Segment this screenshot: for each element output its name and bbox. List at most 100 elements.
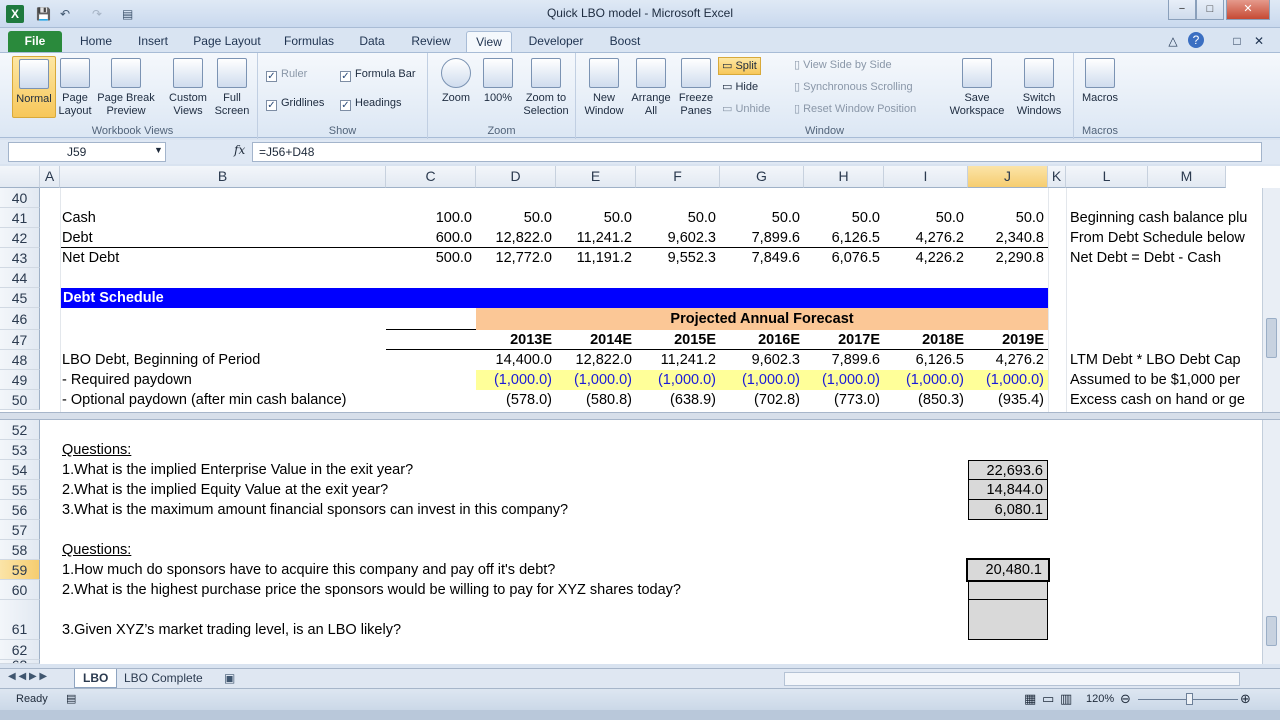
cell-value[interactable]: (850.3) (884, 390, 968, 410)
year-header[interactable]: 2015E (636, 330, 720, 350)
tab-file[interactable]: File (8, 31, 62, 52)
cell-value[interactable]: 50.0 (476, 208, 556, 228)
row-header[interactable]: 49 (0, 370, 40, 390)
formula-bar-checkbox[interactable]: ✓ Formula Bar (340, 67, 416, 83)
cell-value[interactable]: 2,290.8 (968, 248, 1048, 268)
row-header[interactable]: 40 (0, 188, 40, 208)
full-screen-button[interactable]: Full Screen (212, 56, 252, 118)
col-header[interactable]: D (476, 166, 556, 188)
save-workspace-button[interactable]: Save Workspace (946, 56, 1008, 118)
worksheet-grid[interactable]: A B C D E F G H I J K L M 40 41 42 43 44… (0, 166, 1280, 664)
cell-value[interactable]: 2,340.8 (968, 228, 1048, 248)
row-header[interactable]: 55 (0, 480, 40, 500)
cell-value[interactable]: 4,226.2 (884, 248, 968, 268)
synchronous-scrolling-button[interactable]: ▯ Synchronous Scrolling (794, 79, 913, 97)
restore-icon[interactable]: □ (1230, 31, 1244, 52)
cell-input-value[interactable]: (1,000.0) (720, 370, 804, 390)
row-header[interactable]: 52 (0, 420, 40, 440)
answer-cell[interactable]: 6,080.1 (968, 500, 1048, 520)
col-header[interactable]: M (1148, 166, 1226, 188)
row-header[interactable]: 54 (0, 460, 40, 480)
row-header[interactable]: 45 (0, 288, 40, 308)
cell-value[interactable]: 500.0 (386, 248, 476, 268)
col-header[interactable]: B (60, 166, 386, 188)
headings-checkbox[interactable]: ✓ Headings (340, 96, 401, 112)
row-header[interactable]: 47 (0, 330, 40, 350)
view-side-by-side-button[interactable]: ▯ View Side by Side (794, 57, 892, 75)
active-cell[interactable]: 20,480.1 (966, 558, 1050, 582)
col-header[interactable]: I (884, 166, 968, 188)
zoom-selection-button[interactable]: Zoom to Selection (520, 56, 572, 118)
cell-note[interactable]: Beginning cash balance plu (1070, 208, 1258, 228)
row-header[interactable]: 61 (0, 600, 40, 640)
year-header[interactable]: 2013E (476, 330, 556, 350)
sheet-tab-lbo[interactable]: LBO (74, 669, 118, 688)
name-box-dropdown-icon[interactable]: ▼ (154, 145, 163, 155)
row-header[interactable]: 58 (0, 540, 40, 560)
tab-formulas[interactable]: Formulas (278, 31, 340, 52)
ruler-checkbox[interactable]: ✓ Ruler (266, 67, 307, 83)
question-text[interactable]: 2.What is the highest purchase price the… (62, 580, 922, 600)
tab-home[interactable]: Home (72, 31, 120, 52)
question-text[interactable]: 3.Given XYZ’s market trading level, is a… (62, 620, 922, 640)
cell-value[interactable]: 4,276.2 (884, 228, 968, 248)
row-header[interactable]: 46 (0, 308, 40, 330)
cell-note[interactable]: Assumed to be $1,000 per (1070, 370, 1258, 390)
tab-review[interactable]: Review (404, 31, 458, 52)
year-header[interactable]: 2018E (884, 330, 968, 350)
cell-value[interactable]: 11,241.2 (636, 350, 720, 370)
cell-label[interactable]: - Required paydown (62, 370, 382, 390)
cell-input-value[interactable]: (1,000.0) (884, 370, 968, 390)
tab-developer[interactable]: Developer (522, 31, 590, 52)
row-header[interactable]: 41 (0, 208, 40, 228)
page-break-preview-button[interactable]: Page Break Preview (96, 56, 156, 118)
top-pane-scrollbar[interactable] (1262, 188, 1280, 412)
question-text[interactable]: 1.What is the implied Enterprise Value i… (62, 460, 922, 480)
reset-window-position-button[interactable]: ▯ Reset Window Position (794, 101, 916, 119)
year-header[interactable]: 2014E (556, 330, 636, 350)
macro-record-icon[interactable]: ▤ (66, 689, 76, 709)
col-header[interactable]: C (386, 166, 476, 188)
questions-heading[interactable]: Questions: (62, 440, 382, 460)
col-header[interactable]: G (720, 166, 804, 188)
cell-note[interactable]: LTM Debt * LBO Debt Cap (1070, 350, 1258, 370)
cell-value[interactable]: (580.8) (556, 390, 636, 410)
cell-value[interactable]: 50.0 (968, 208, 1048, 228)
view-page-break-icon[interactable]: ▥ (1060, 689, 1072, 709)
split-bar[interactable] (0, 412, 1280, 420)
question-text[interactable]: 2.What is the implied Equity Value at th… (62, 480, 922, 500)
cell-value[interactable]: 9,552.3 (636, 248, 720, 268)
cell-value[interactable]: 7,849.6 (720, 248, 804, 268)
arrange-all-button[interactable]: Arrange All (628, 56, 674, 118)
zoom-slider-thumb[interactable] (1186, 693, 1193, 705)
year-header[interactable]: 2019E (968, 330, 1048, 350)
cell-label[interactable]: Net Debt (62, 248, 382, 268)
split-button[interactable]: ▭ Split (718, 57, 761, 75)
question-text[interactable]: 1.How much do sponsors have to acquire t… (62, 560, 922, 580)
cell-value[interactable]: 12,822.0 (556, 350, 636, 370)
insert-sheet-icon[interactable]: ▣ (224, 671, 235, 685)
cell-value[interactable]: (702.8) (720, 390, 804, 410)
scroll-thumb[interactable] (1266, 318, 1277, 358)
answer-cell[interactable] (968, 582, 1048, 600)
row-header[interactable]: 63 (0, 660, 40, 664)
cell-value[interactable]: 600.0 (386, 228, 476, 248)
col-header[interactable]: K (1048, 166, 1066, 188)
cell-value[interactable]: 100.0 (386, 208, 476, 228)
cell-note[interactable]: From Debt Schedule below (1070, 228, 1258, 248)
answer-cell[interactable] (968, 600, 1048, 640)
tab-data[interactable]: Data (352, 31, 392, 52)
help-icon[interactable]: ? (1188, 32, 1204, 48)
cell-value[interactable]: 6,126.5 (884, 350, 968, 370)
cell-value[interactable]: 12,822.0 (476, 228, 556, 248)
row-header[interactable]: 43 (0, 248, 40, 268)
normal-button[interactable]: Normal (12, 56, 56, 118)
tab-insert[interactable]: Insert (130, 31, 176, 52)
cell-label[interactable]: Debt (62, 228, 382, 248)
cell-value[interactable]: 50.0 (884, 208, 968, 228)
row-header[interactable]: 42 (0, 228, 40, 248)
cell-value[interactable]: 50.0 (720, 208, 804, 228)
col-header[interactable]: E (556, 166, 636, 188)
col-header[interactable]: A (40, 166, 60, 188)
view-page-layout-icon[interactable]: ▭ (1042, 689, 1054, 709)
